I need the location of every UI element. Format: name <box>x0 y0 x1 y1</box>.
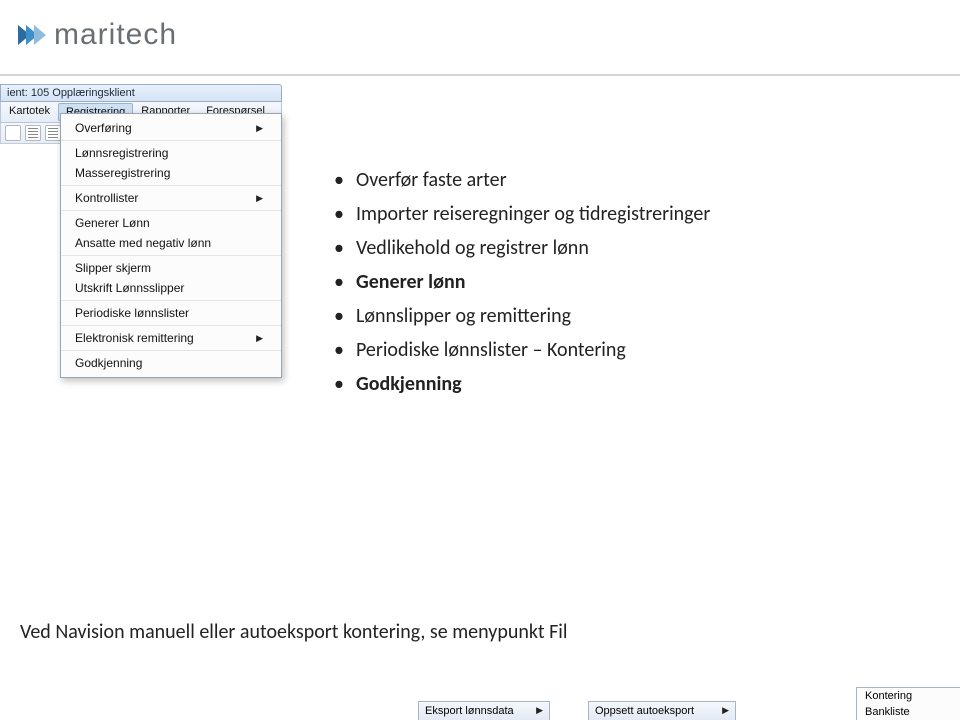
slide-bullets: Overfør faste arter Importer reiseregnin… <box>334 164 710 402</box>
ditem-utskrift-lonnsslipper[interactable]: Utskrift Lønnsslipper <box>61 278 281 298</box>
bullet-6: Periodiske lønnslister – Kontering <box>334 334 710 366</box>
fragment-submenu: Kontering Bankliste <box>856 687 960 720</box>
ditem-generer-lonn[interactable]: Generer Lønn <box>61 213 281 233</box>
bullet-7: Godkjenning <box>334 368 710 400</box>
fragment-label: Oppsett autoeksport <box>595 705 694 717</box>
app-window-fragment: ient: 105 Opplæringsklient Kartotek Regi… <box>0 84 282 144</box>
brand-logo: maritech <box>18 18 177 52</box>
chevron-right-icon: ▶ <box>256 123 263 134</box>
ditem-overforing[interactable]: Overføring ▶ <box>61 118 281 138</box>
fragment-oppsett-autoeksport[interactable]: Oppsett autoeksport ▶ <box>588 701 736 720</box>
logo-chevrons-icon <box>18 25 46 45</box>
ditem-lonnsregistrering[interactable]: Lønnsregistrering <box>61 143 281 163</box>
logo-text: maritech <box>54 18 177 52</box>
ditem-masseregistrering[interactable]: Masseregistrering <box>61 163 281 183</box>
ditem-label: Masseregistrering <box>75 166 170 180</box>
chevron-right-icon: ▶ <box>256 333 263 344</box>
fragment-label: Eksport lønnsdata <box>425 705 514 717</box>
ditem-godkjenning[interactable]: Godkjenning <box>61 353 281 373</box>
ditem-label: Utskrift Lønnsslipper <box>75 281 184 295</box>
ditem-label: Overføring <box>75 121 132 135</box>
bullet-2: Importer reiseregninger og tidregistreri… <box>334 198 710 230</box>
toolbar-button-3[interactable] <box>45 125 61 141</box>
subitem-kontering[interactable]: Kontering <box>857 688 960 704</box>
footer-caption: Ved Navision manuell eller autoeksport k… <box>20 620 567 644</box>
ditem-label: Lønnsregistrering <box>75 146 168 160</box>
ditem-label: Slipper skjerm <box>75 261 151 275</box>
ditem-label: Generer Lønn <box>75 216 150 230</box>
bullet-4: Generer lønn <box>334 266 710 298</box>
ditem-periodiske-lonnslister[interactable]: Periodiske lønnslister <box>61 303 281 323</box>
bullet-5: Lønnslipper og remittering <box>334 300 710 332</box>
ditem-label: Kontrollister <box>75 191 138 205</box>
chevron-right-icon: ▶ <box>536 705 543 717</box>
chevron-right-icon: ▶ <box>256 193 263 204</box>
ditem-kontrollister[interactable]: Kontrollister ▶ <box>61 188 281 208</box>
window-title: ient: 105 Opplæringsklient <box>0 84 282 102</box>
ditem-label: Elektronisk remittering <box>75 331 194 345</box>
chevron-right-icon: ▶ <box>722 705 729 717</box>
ditem-elektronisk-remittering[interactable]: Elektronisk remittering ▶ <box>61 328 281 348</box>
bullet-1: Overfør faste arter <box>334 164 710 196</box>
ditem-label: Ansatte med negativ lønn <box>75 236 211 250</box>
subitem-bankliste[interactable]: Bankliste <box>857 704 960 720</box>
ditem-slipper-skjerm[interactable]: Slipper skjerm <box>61 258 281 278</box>
bullet-3: Vedlikehold og registrer lønn <box>334 232 710 264</box>
menu-kartotek[interactable]: Kartotek <box>1 102 58 122</box>
ditem-label: Godkjenning <box>75 356 142 370</box>
fragment-eksport-lonnsdata[interactable]: Eksport lønnsdata ▶ <box>418 701 550 720</box>
registrering-dropdown: Overføring ▶ Lønnsregistrering Masseregi… <box>60 113 282 378</box>
toolbar-button-2[interactable] <box>25 125 41 141</box>
toolbar-button-1[interactable] <box>5 125 21 141</box>
ditem-label: Periodiske lønnslister <box>75 306 189 320</box>
header-divider <box>0 74 960 76</box>
ditem-ansatte-negativ[interactable]: Ansatte med negativ lønn <box>61 233 281 253</box>
